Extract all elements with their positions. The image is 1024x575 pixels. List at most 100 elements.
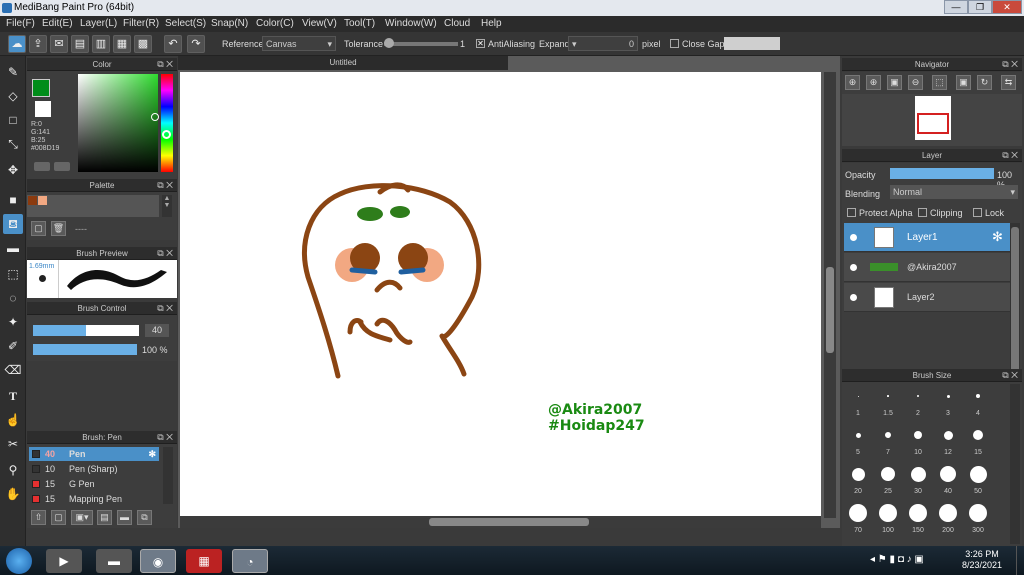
- fit-screen-icon[interactable]: ⬚: [932, 75, 947, 90]
- primary-color-swatch[interactable]: [32, 79, 50, 97]
- medibang-icon[interactable]: ◔: [232, 549, 268, 573]
- brush-opacity-slider[interactable]: [33, 344, 137, 355]
- rectangle-tool-icon[interactable]: □: [3, 110, 23, 130]
- color-mode-button-2[interactable]: [54, 162, 70, 171]
- close-icon[interactable]: ⧉ ✕: [1002, 369, 1018, 382]
- zoom-fit-icon[interactable]: ⊕: [845, 75, 860, 90]
- brush-size-slider[interactable]: [33, 325, 139, 336]
- brush-size-option[interactable]: 20: [844, 462, 872, 498]
- flip-icon[interactable]: ⇆: [1001, 75, 1016, 90]
- brush-size-option[interactable]: 25: [874, 462, 902, 498]
- gear-icon[interactable]: ✻: [992, 229, 1003, 245]
- brush-tool-icon[interactable]: ✎: [3, 62, 23, 82]
- zoom-window-icon[interactable]: ▣: [887, 75, 902, 90]
- menu-color[interactable]: Color(C): [256, 18, 294, 29]
- share-icon[interactable]: ⇪: [29, 35, 47, 53]
- menu-select[interactable]: Select(S): [165, 18, 206, 29]
- lock-checkbox[interactable]: [973, 208, 982, 217]
- maximize-button[interactable]: ❐: [968, 0, 992, 14]
- horizontal-scrollbar-thumb[interactable]: [429, 518, 589, 526]
- close-icon[interactable]: ⧉ ✕: [157, 431, 173, 444]
- brush-item-pen-sharp[interactable]: 10 Pen (Sharp): [29, 462, 159, 476]
- hue-handle[interactable]: [162, 130, 171, 139]
- actual-size-icon[interactable]: ▣: [956, 75, 971, 90]
- color-mode-button[interactable]: [34, 162, 50, 171]
- operation-tool-icon[interactable]: ☝: [3, 410, 23, 430]
- brush-size-option[interactable]: 1.5: [874, 384, 902, 420]
- page-icon[interactable]: ▥: [92, 35, 110, 53]
- brush-size-option[interactable]: 5: [844, 423, 872, 459]
- brush-size-option[interactable]: 1: [844, 384, 872, 420]
- picker-cursor[interactable]: [151, 113, 159, 121]
- menu-filter[interactable]: Filter(R): [123, 18, 159, 29]
- palette-swatch-2[interactable]: [38, 196, 47, 205]
- chrome-icon[interactable]: ◉: [140, 549, 176, 573]
- move-tool-icon[interactable]: ✥: [3, 160, 23, 180]
- brush-size-scrollbar[interactable]: [1010, 384, 1020, 544]
- document-icon[interactable]: ▤: [71, 35, 89, 53]
- show-desktop-button[interactable]: [1016, 546, 1024, 575]
- vertical-scrollbar-thumb[interactable]: [826, 267, 834, 353]
- close-button[interactable]: ✕: [992, 0, 1022, 14]
- palette-scrollbar[interactable]: ▲ ▼: [162, 195, 172, 217]
- brush-size-option[interactable]: 40: [934, 462, 962, 498]
- tiles-icon[interactable]: ▩: [134, 35, 152, 53]
- close-icon[interactable]: ⧉ ✕: [157, 179, 173, 192]
- brush-size-value[interactable]: 40: [145, 324, 169, 337]
- menu-help[interactable]: Help: [481, 18, 502, 29]
- new-palette-icon[interactable]: ▢: [31, 221, 46, 236]
- brush-size-option[interactable]: 150: [904, 501, 932, 537]
- menu-edit[interactable]: Edit(E): [42, 18, 73, 29]
- brush-size-option[interactable]: 30: [904, 462, 932, 498]
- visibility-icon[interactable]: [850, 264, 857, 271]
- rotate-icon[interactable]: ↻: [977, 75, 992, 90]
- blending-dropdown[interactable]: Normal ▾: [890, 185, 1018, 199]
- brush-size-option[interactable]: 100: [874, 501, 902, 537]
- brush-size-option[interactable]: 2: [904, 384, 932, 420]
- menu-cloud[interactable]: Cloud: [444, 18, 470, 29]
- brush-menu-icon[interactable]: ▣▾: [71, 510, 93, 525]
- brush-size-option[interactable]: 4: [964, 384, 992, 420]
- file-explorer-icon[interactable]: ▬: [96, 549, 132, 573]
- close-icon[interactable]: ⧉ ✕: [1002, 58, 1018, 71]
- clipping-checkbox[interactable]: [918, 208, 927, 217]
- brush-item-g-pen[interactable]: 15 G Pen: [29, 477, 159, 491]
- layer-item-layer1[interactable]: Layer1 ✻: [844, 223, 1010, 252]
- close-icon[interactable]: ⧉ ✕: [1002, 149, 1018, 162]
- gradient-tool-icon[interactable]: ▬: [3, 238, 23, 258]
- horizontal-scrollbar[interactable]: [180, 516, 821, 528]
- expand-input[interactable]: ▾ 0: [568, 36, 638, 51]
- folder-icon[interactable]: ▬: [117, 510, 132, 525]
- reference-dropdown[interactable]: Canvas ▾: [262, 36, 336, 51]
- brush-item-pen[interactable]: 40 Pen ✻: [29, 447, 159, 461]
- close-icon[interactable]: ⧉ ✕: [157, 247, 173, 260]
- copy-icon[interactable]: ⧉: [137, 510, 152, 525]
- menu-tool[interactable]: Tool(T): [344, 18, 375, 29]
- drawing-canvas[interactable]: @Akira2007 #Hoidap247: [180, 72, 821, 517]
- layer-list-scrollbar[interactable]: [1010, 223, 1020, 393]
- delete-palette-icon[interactable]: 🗑: [51, 221, 66, 236]
- brush-size-option[interactable]: 50: [964, 462, 992, 498]
- comment-icon[interactable]: ✉: [50, 35, 68, 53]
- close-icon[interactable]: ⧉ ✕: [157, 302, 173, 315]
- protect-alpha-checkbox[interactable]: [847, 208, 856, 217]
- minimize-button[interactable]: —: [944, 0, 968, 14]
- brush-size-option[interactable]: 300: [964, 501, 992, 537]
- layer-item-akira2007[interactable]: @Akira2007: [844, 253, 1010, 282]
- select-eraser-icon[interactable]: ⌫: [3, 360, 23, 380]
- saturation-value-picker[interactable]: [78, 74, 158, 172]
- transparent-swatch[interactable]: [35, 101, 51, 117]
- media-player-icon[interactable]: ▶: [46, 549, 82, 573]
- brush-list-scrollbar[interactable]: [163, 447, 173, 504]
- add-brush-icon[interactable]: ⇧: [31, 510, 46, 525]
- document-tab[interactable]: Untitled: [178, 56, 508, 70]
- palette-swatch-1[interactable]: [28, 196, 37, 205]
- new-brush-icon[interactable]: ▢: [51, 510, 66, 525]
- dot-tool-icon[interactable]: ⤡: [3, 134, 23, 154]
- close-gaps-input[interactable]: [724, 37, 780, 50]
- brush-size-option[interactable]: 12: [934, 423, 962, 459]
- zoom-out-icon[interactable]: ⊖: [908, 75, 923, 90]
- menu-file[interactable]: File(F): [6, 18, 35, 29]
- tolerance-slider[interactable]: [384, 42, 458, 46]
- fill-shape-tool-icon[interactable]: ■: [3, 190, 23, 210]
